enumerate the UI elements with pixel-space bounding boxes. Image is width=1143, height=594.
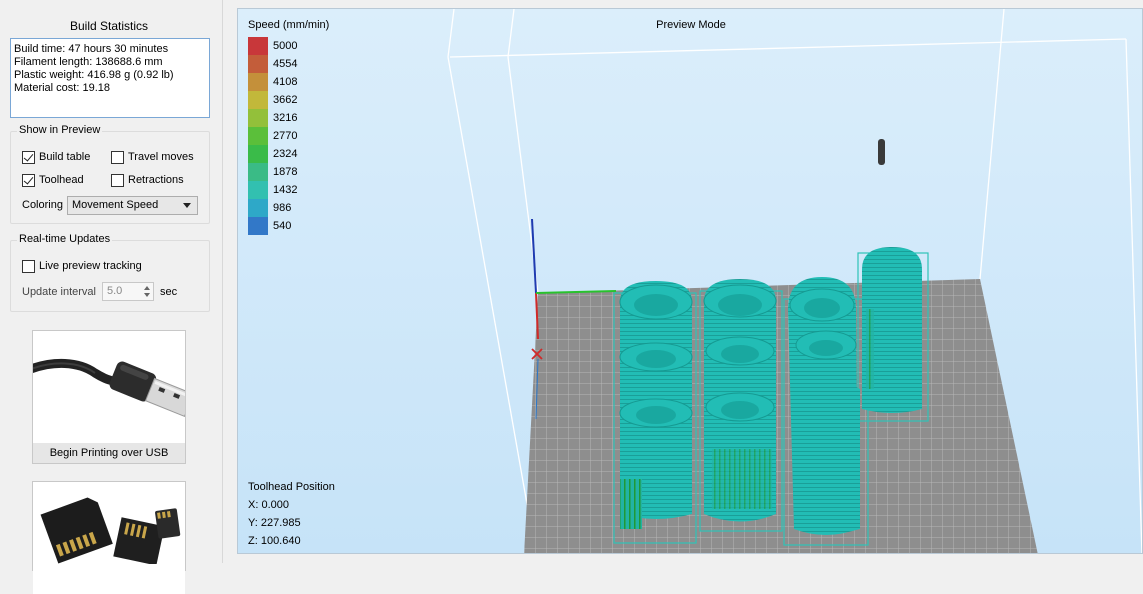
legend-value: 3216 [273, 112, 298, 124]
legend-swatch [248, 127, 268, 145]
toolhead-position-title: Toolhead Position [248, 481, 335, 493]
sd-card-button[interactable] [32, 481, 186, 594]
coloring-value: Movement Speed [72, 199, 159, 211]
legend-value: 2770 [273, 130, 298, 142]
preview-viewport[interactable]: Preview Mode Speed (mm/min) 5000 4554 4108… [237, 8, 1143, 554]
legend-swatch [248, 145, 268, 163]
retractions-checkbox[interactable] [111, 174, 124, 187]
legend-swatch [248, 109, 268, 127]
build-table-checkbox[interactable] [22, 151, 35, 164]
legend-swatch [248, 199, 268, 217]
chevron-down-icon [183, 203, 191, 208]
update-interval-unit: sec [160, 286, 178, 298]
coloring-label: Coloring [22, 199, 63, 211]
show-in-preview-title: Show in Preview [17, 124, 103, 136]
left-panel: Build Statistics Build time: 47 hours 30… [0, 0, 222, 594]
update-interval-input[interactable]: 5.0 [102, 282, 154, 301]
update-interval-value: 5.0 [107, 285, 123, 297]
build-time: Build time: 47 hours 30 minutes [14, 43, 169, 55]
coloring-select[interactable]: Movement Speed [67, 196, 198, 215]
toolhead-label[interactable]: Toolhead [39, 174, 84, 186]
legend-value: 986 [273, 202, 292, 214]
update-interval-label: Update interval [22, 286, 96, 298]
spin-down-icon[interactable] [144, 293, 150, 297]
speed-legend-title: Speed (mm/min) [248, 19, 330, 31]
panel-divider [222, 0, 223, 563]
realtime-updates-title: Real-time Updates [17, 233, 113, 245]
legend-swatch [248, 181, 268, 199]
build-statistics-title: Build Statistics [69, 19, 149, 33]
toolhead-y: Y: 227.985 [248, 517, 301, 529]
plastic-weight: Plastic weight: 416.98 g (0.92 lb) [14, 69, 174, 81]
spin-up-icon[interactable] [144, 286, 150, 290]
legend-value: 540 [273, 220, 292, 232]
filament-length: Filament length: 138688.6 mm [14, 56, 163, 68]
build-plate [524, 279, 1038, 553]
print-usb-label: Begin Printing over USB [33, 443, 185, 463]
scene-canvas [447, 9, 1142, 553]
legend-swatch [248, 55, 268, 73]
travel-moves-checkbox[interactable] [111, 151, 124, 164]
toolhead-checkbox[interactable] [22, 174, 35, 187]
preview-mode-title: Preview Mode [656, 19, 726, 31]
usb-cable-icon [26, 331, 195, 443]
build-table-label[interactable]: Build table [39, 151, 90, 163]
legend-swatch [248, 163, 268, 181]
legend-value: 5000 [273, 40, 298, 52]
live-preview-checkbox[interactable] [22, 260, 35, 273]
legend-value: 4108 [273, 76, 298, 88]
material-cost: Material cost: 19.18 [14, 82, 110, 94]
legend-swatch [248, 37, 268, 55]
legend-value: 2324 [273, 148, 298, 160]
legend-swatch [248, 73, 268, 91]
live-preview-label[interactable]: Live preview tracking [39, 260, 142, 272]
legend-swatch [248, 91, 268, 109]
realtime-updates-group: Real-time Updates [10, 233, 210, 312]
legend-swatch [248, 217, 268, 235]
toolhead-x: X: 0.000 [248, 499, 289, 511]
sd-card-icon [33, 482, 185, 594]
legend-value: 1432 [273, 184, 298, 196]
retractions-label[interactable]: Retractions [128, 174, 184, 186]
travel-moves-label[interactable]: Travel moves [128, 151, 194, 163]
toolhead-z: Z: 100.640 [248, 535, 301, 547]
legend-value: 3662 [273, 94, 298, 106]
toolhead-icon [878, 139, 885, 165]
legend-value: 1878 [273, 166, 298, 178]
legend-value: 4554 [273, 58, 298, 70]
build-statistics-box[interactable]: Build time: 47 hours 30 minutes Filament… [10, 38, 210, 118]
print-usb-button[interactable]: Begin Printing over USB [26, 330, 195, 464]
